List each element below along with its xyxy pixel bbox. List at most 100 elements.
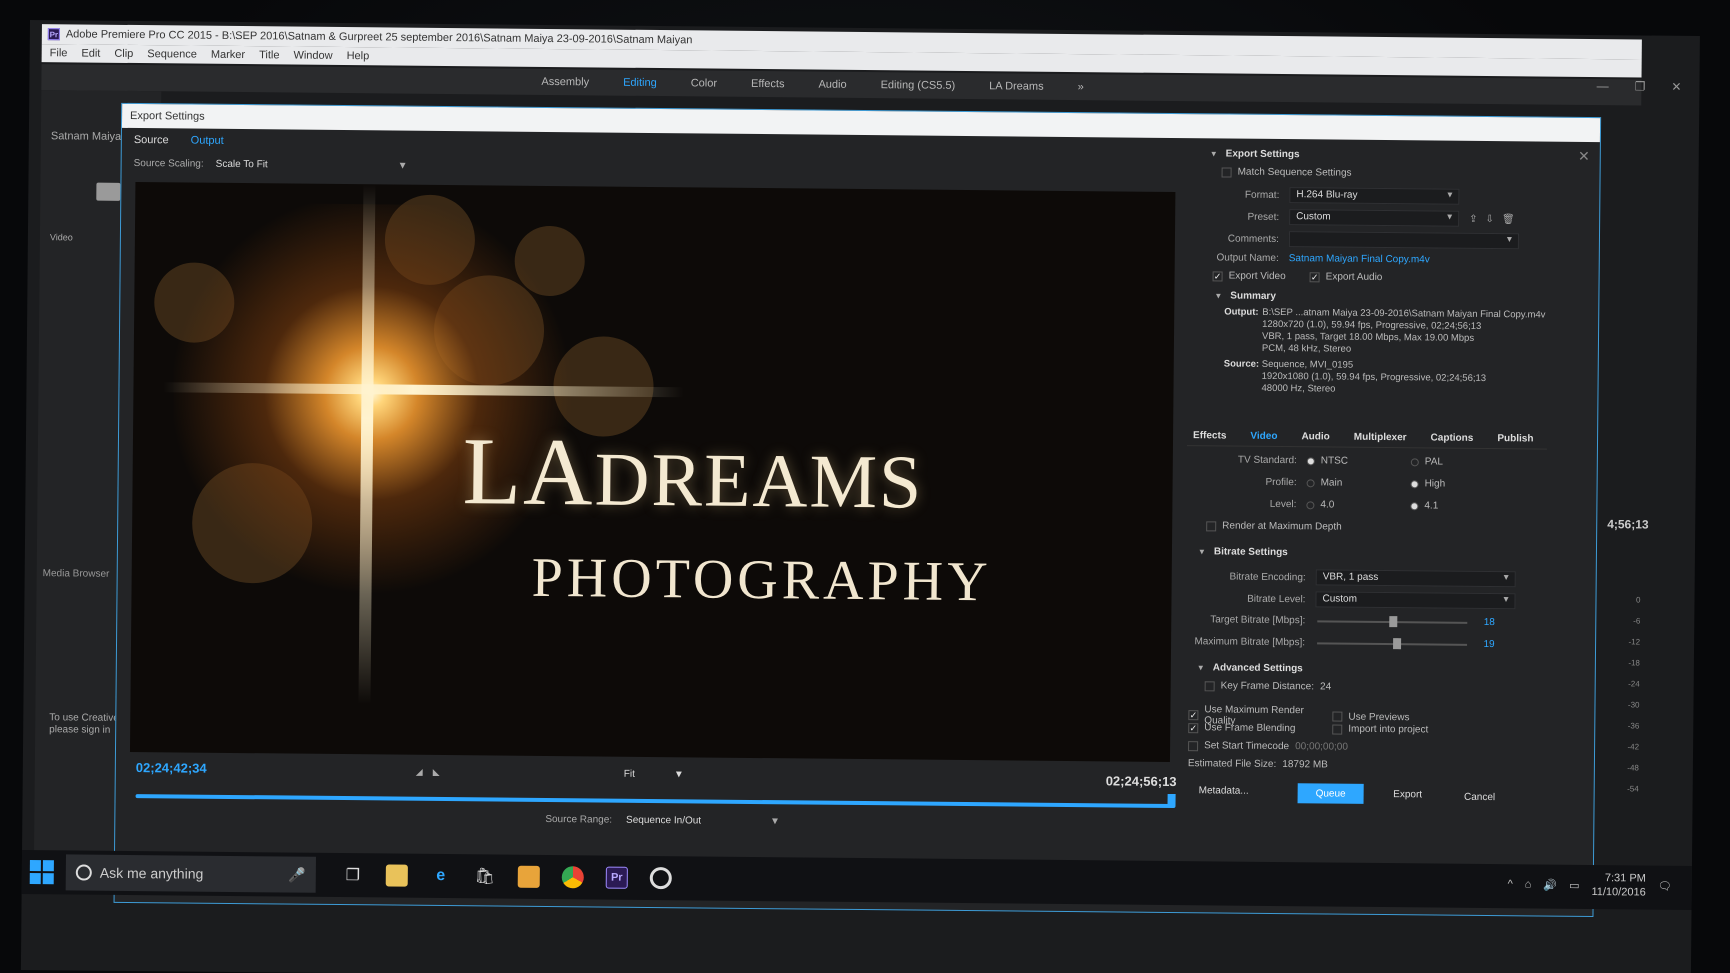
source-range-dropdown[interactable]: Sequence In/Out	[626, 815, 756, 827]
metadata-button[interactable]: Metadata...	[1194, 780, 1254, 801]
media-browser-tab[interactable]: Media Browser	[43, 568, 110, 580]
maximize-icon[interactable]: ❐	[1635, 79, 1646, 93]
close-icon[interactable]: ✕	[1671, 80, 1681, 94]
target-bitrate-slider[interactable]	[1317, 615, 1468, 627]
menu-clip[interactable]: Clip	[114, 48, 133, 60]
workspace-editing-cs55[interactable]: Editing (CS5.5)	[881, 79, 956, 92]
media-player-icon[interactable]	[517, 865, 540, 888]
chevron-down-icon[interactable]: ▼	[398, 161, 408, 172]
output-name-link[interactable]: Satnam Maiyan Final Copy.m4v	[1289, 253, 1430, 265]
current-timecode[interactable]: 02;24;42;34	[136, 760, 207, 776]
queue-button[interactable]: Queue	[1297, 783, 1364, 804]
network-icon[interactable]: ⌂	[1525, 878, 1532, 890]
summary-header[interactable]: Summary	[1214, 290, 1276, 302]
notifications-icon[interactable]: 🗨	[1658, 879, 1672, 892]
workspace-la-dreams[interactable]: LA Dreams	[989, 80, 1044, 93]
program-timecode: 4;56;13	[1607, 517, 1649, 532]
tab-source[interactable]: Source	[134, 134, 169, 146]
save-preset-icon[interactable]: ⇪	[1469, 213, 1477, 224]
edge-browser-icon[interactable]: e	[430, 865, 452, 887]
comments-field[interactable]	[1288, 231, 1520, 250]
max-render-quality-checkbox[interactable]: ✓	[1188, 710, 1199, 721]
workspace-color[interactable]: Color	[691, 77, 717, 89]
export-settings-header[interactable]: Export Settings	[1210, 148, 1300, 160]
preset-dropdown[interactable]: Custom	[1289, 209, 1460, 227]
tab-output[interactable]: Output	[191, 135, 224, 147]
subtab-captions[interactable]: Captions	[1431, 432, 1474, 443]
export-button[interactable]: Export	[1378, 784, 1438, 805]
menu-marker[interactable]: Marker	[211, 49, 245, 61]
menu-help[interactable]: Help	[347, 50, 370, 62]
task-view-icon[interactable]: ❐	[342, 864, 364, 886]
max-bitrate-value[interactable]: 19	[1479, 639, 1499, 650]
import-preset-icon[interactable]: ⇩	[1485, 213, 1493, 224]
tv-ntsc-radio[interactable]	[1306, 456, 1315, 465]
export-video-checkbox[interactable]: ✓	[1212, 270, 1223, 281]
workspace-overflow-button[interactable]: »	[1078, 81, 1084, 93]
bitrate-encoding-dropdown[interactable]: VBR, 1 pass	[1315, 569, 1516, 588]
tv-pal-radio[interactable]	[1410, 457, 1419, 466]
start-timecode-value[interactable]: 00;00;00;00	[1295, 741, 1348, 753]
subtab-publish[interactable]: Publish	[1497, 433, 1533, 444]
subtab-video[interactable]: Video	[1250, 431, 1277, 442]
premiere-taskbar-icon[interactable]: Pr	[605, 866, 628, 889]
taskbar-apps: ❐ e 🛍 Pr	[342, 864, 672, 890]
frame-blending-checkbox[interactable]: ✓	[1188, 722, 1199, 733]
menu-sequence[interactable]: Sequence	[147, 48, 197, 60]
menu-window[interactable]: Window	[293, 50, 332, 62]
profile-main-radio[interactable]	[1306, 478, 1315, 487]
use-previews-checkbox[interactable]	[1332, 711, 1343, 722]
export-audio-checkbox[interactable]: ✓	[1309, 271, 1320, 282]
playhead[interactable]	[1167, 793, 1176, 807]
menu-file[interactable]: File	[50, 47, 68, 59]
language-icon[interactable]: ▭	[1569, 878, 1580, 891]
mark-in-icon[interactable]: ◢	[416, 767, 423, 778]
export-settings-dialog: Export Settings ✕ Source Output Source S…	[113, 102, 1602, 918]
subtab-effects[interactable]: Effects	[1193, 430, 1226, 441]
cancel-button[interactable]: Cancel	[1450, 787, 1510, 808]
zoom-dropdown[interactable]: Fit ▼	[624, 769, 684, 781]
subtab-audio[interactable]: Audio	[1301, 431, 1329, 442]
tray-chevron-icon[interactable]: ^	[1508, 878, 1513, 890]
workspace-editing[interactable]: Editing	[623, 77, 657, 89]
workspace-assembly[interactable]: Assembly	[541, 76, 589, 88]
file-explorer-icon[interactable]	[385, 864, 408, 887]
delete-preset-icon[interactable]: 🗑	[1502, 214, 1515, 225]
menu-edit[interactable]: Edit	[81, 47, 100, 59]
advanced-settings-header[interactable]: Advanced Settings	[1197, 662, 1303, 674]
bitrate-level-dropdown[interactable]: Custom	[1315, 591, 1516, 610]
circle-app-icon[interactable]	[649, 866, 672, 890]
match-sequence-checkbox[interactable]	[1221, 166, 1232, 178]
slider-knob[interactable]	[1389, 615, 1398, 627]
import-project-checkbox[interactable]	[1332, 724, 1343, 735]
workspace-effects[interactable]: Effects	[751, 78, 785, 90]
time-ruler[interactable]	[135, 794, 1176, 809]
format-dropdown[interactable]: H.264 Blu-ray	[1289, 187, 1460, 205]
key-frame-checkbox[interactable]	[1204, 680, 1215, 691]
bitrate-settings-header[interactable]: Bitrate Settings	[1198, 546, 1288, 558]
microphone-icon[interactable]: 🎤	[288, 866, 306, 883]
start-timecode-checkbox[interactable]	[1188, 740, 1199, 751]
workspace-audio[interactable]: Audio	[818, 79, 846, 91]
target-bitrate-value[interactable]: 18	[1479, 617, 1499, 628]
minimize-icon[interactable]: —	[1597, 79, 1609, 93]
volume-icon[interactable]: 🔊	[1543, 878, 1557, 891]
menu-title[interactable]: Title	[259, 49, 279, 61]
slider-knob[interactable]	[1393, 637, 1402, 649]
source-scaling-dropdown[interactable]: Scale To Fit	[216, 159, 386, 172]
profile-high-radio[interactable]	[1410, 479, 1419, 488]
max-bitrate-slider[interactable]	[1317, 637, 1468, 649]
chrome-icon[interactable]	[561, 866, 584, 889]
mark-out-icon[interactable]: ◣	[433, 767, 440, 778]
start-button[interactable]	[28, 858, 56, 886]
folder-icon[interactable]	[96, 182, 121, 201]
cortana-search[interactable]: Ask me anything 🎤	[65, 854, 316, 893]
chevron-down-icon[interactable]: ▼	[770, 816, 780, 827]
subtab-multiplexer[interactable]: Multiplexer	[1354, 432, 1407, 444]
level-41-radio[interactable]	[1410, 501, 1419, 510]
key-frame-value[interactable]: 24	[1320, 681, 1331, 692]
render-max-depth-checkbox[interactable]	[1206, 520, 1217, 531]
store-icon[interactable]: 🛍	[474, 865, 496, 887]
level-40-radio[interactable]	[1306, 500, 1315, 509]
clock[interactable]: 7:31 PM 11/10/2016	[1591, 871, 1646, 900]
